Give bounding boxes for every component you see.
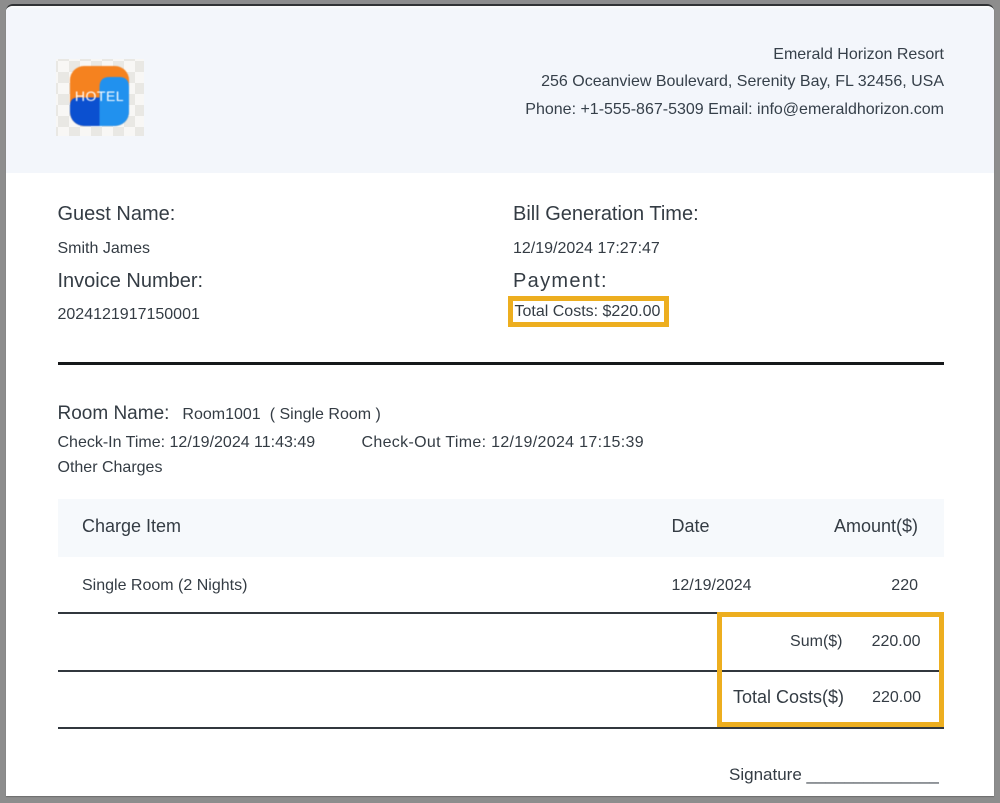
svg-text:HOTEL: HOTEL — [74, 88, 123, 104]
